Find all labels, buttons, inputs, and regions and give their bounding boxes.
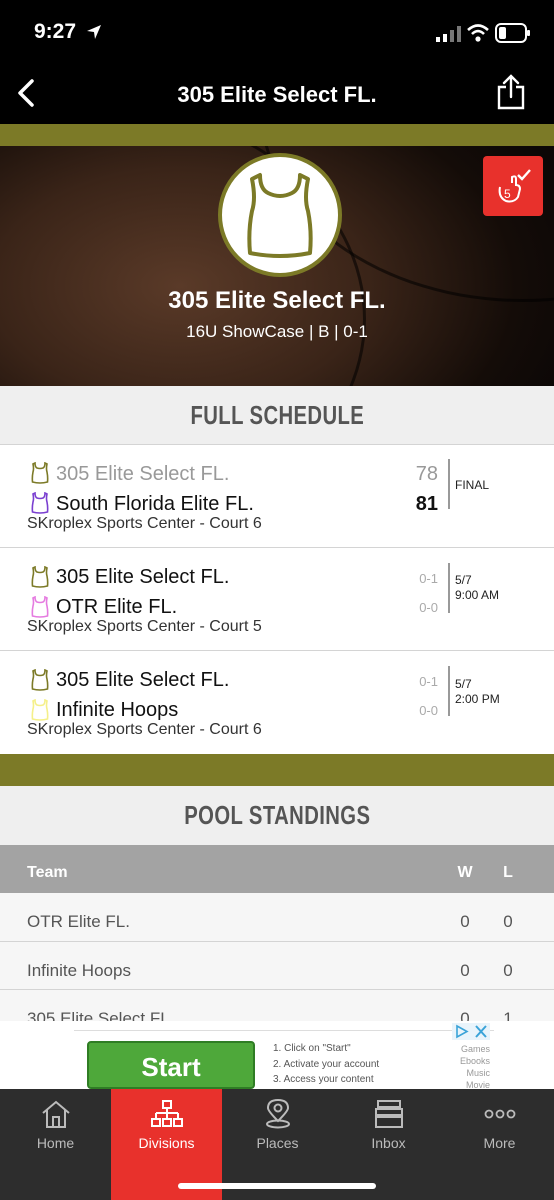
page-title: 305 Elite Select FL.: [177, 82, 377, 107]
standings-column-header: Team W L: [0, 845, 554, 893]
ad-steps: 1. Click on "Start" 2. Activate your acc…: [273, 1041, 379, 1088]
location-arrow-icon: [87, 25, 101, 39]
wifi-icon: [467, 24, 489, 42]
full-schedule-title: FULL SCHEDULE: [190, 400, 364, 430]
ad-category: Ebooks: [459, 1056, 490, 1066]
divisions-icon: [151, 1100, 183, 1127]
share-icon[interactable]: [496, 74, 526, 110]
full-schedule-header: FULL SCHEDULE: [0, 386, 554, 444]
standings-losses: 0: [503, 961, 513, 980]
team-record: 0-0: [419, 600, 438, 615]
game-date: 5/7: [455, 677, 472, 691]
team-record: 0-1: [419, 674, 438, 689]
jersey-icon: [31, 566, 49, 588]
column-team: Team: [27, 864, 68, 881]
inbox-icon: [375, 1100, 403, 1128]
tab-label: Inbox: [371, 1135, 406, 1151]
divider: [448, 563, 450, 613]
team-name: 305 Elite Select FL.: [168, 287, 386, 314]
divider: [448, 459, 450, 509]
team-logo: [218, 153, 342, 277]
team-name: 305 Elite Select FL.: [56, 566, 230, 588]
team-color-band: [0, 124, 554, 146]
team-division-record: 16U ShowCase | B | 0-1: [186, 322, 368, 341]
team-record: 0-1: [419, 571, 438, 586]
more-icon: [484, 1109, 516, 1119]
standings-wins: 0: [460, 912, 470, 931]
home-indicator: [178, 1183, 376, 1189]
game-venue: SKroplex Sports Center - Court 6: [27, 515, 262, 532]
standings-team: 305 Elite Select FL: [27, 1009, 170, 1021]
team-color-band: [0, 754, 554, 786]
places-icon: [266, 1099, 290, 1129]
team-name: Infinite Hoops: [56, 699, 179, 721]
jersey-icon: [31, 699, 49, 721]
team-score: 78: [415, 463, 438, 485]
jersey-icon: [247, 173, 313, 258]
standings-row[interactable]: 305 Elite Select FL 0 1: [0, 990, 554, 1021]
standings-wins: 0: [460, 1009, 470, 1021]
game-time: 9:00 AM: [455, 588, 500, 602]
game-status: FINAL: [455, 478, 490, 492]
column-losses: L: [503, 864, 513, 881]
checkin-badge-button[interactable]: 5: [483, 156, 543, 216]
game-date: 5/7: [455, 573, 472, 587]
standings-row[interactable]: OTR Elite FL. 0 0: [0, 893, 554, 941]
jersey-icon: [31, 669, 49, 691]
hand-checkmark-icon: 5: [498, 169, 531, 203]
column-wins: W: [457, 864, 473, 881]
navigation-bar: 305 Elite Select FL.: [0, 64, 554, 124]
standings-wins: 0: [460, 961, 470, 980]
standings-row[interactable]: Infinite Hoops 0 0: [0, 942, 554, 989]
standings-team: OTR Elite FL.: [27, 912, 130, 931]
status-time: 9:27: [34, 20, 77, 43]
jersey-icon: [31, 596, 49, 618]
team-score: 81: [415, 493, 438, 515]
team-name: OTR Elite FL.: [56, 596, 178, 618]
ad-category: Music: [466, 1068, 490, 1078]
team-name: 305 Elite Select FL.: [56, 669, 230, 691]
game-venue: SKroplex Sports Center - Court 6: [27, 721, 262, 738]
status-bar: 9:27: [0, 0, 554, 64]
game-time: 2:00 PM: [455, 692, 500, 706]
ad-start-button[interactable]: Start: [87, 1041, 255, 1089]
tab-label: Divisions: [138, 1135, 195, 1151]
jersey-icon: [31, 492, 49, 514]
ad-categories: Games Ebooks Music Movie: [430, 1043, 490, 1091]
standings-losses: 0: [503, 912, 513, 931]
tab-label: Places: [256, 1135, 299, 1151]
ad-step: 3. Access your content: [273, 1074, 374, 1085]
home-icon: [42, 1100, 70, 1128]
adchoices-close-icon[interactable]: [452, 1023, 490, 1040]
team-name: South Florida Elite FL.: [56, 493, 254, 515]
tab-more[interactable]: More: [444, 1089, 554, 1200]
battery-icon: [495, 23, 530, 43]
divider: [448, 666, 450, 716]
ad-category: Games: [460, 1044, 490, 1054]
tab-label: More: [483, 1135, 516, 1151]
pool-standings-title: POOL STANDINGS: [183, 800, 371, 830]
tab-home[interactable]: Home: [0, 1089, 111, 1200]
ad-step: 1. Click on "Start": [273, 1043, 351, 1054]
jersey-icon: [31, 462, 49, 484]
badge-number: 5: [504, 187, 511, 201]
cellular-signal-icon: [436, 26, 461, 42]
standings-team: Infinite Hoops: [27, 961, 131, 980]
team-name: 305 Elite Select FL.: [56, 463, 230, 485]
standings-losses: 1: [503, 1009, 513, 1021]
game-venue: SKroplex Sports Center - Court 5: [27, 618, 262, 635]
pool-standings-header: POOL STANDINGS: [0, 786, 554, 845]
tab-label: Home: [36, 1135, 75, 1151]
team-record: 0-0: [419, 703, 438, 718]
ad-step: 2. Activate your account: [273, 1058, 380, 1070]
